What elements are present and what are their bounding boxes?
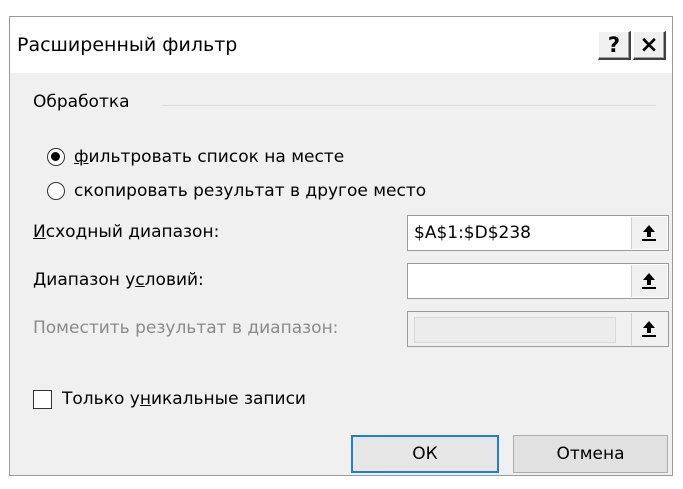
list-range-input[interactable] [408, 216, 626, 250]
processing-group-label: Обработка [33, 92, 130, 112]
copy-to-collapse-button[interactable] [631, 313, 667, 345]
radio-filter-in-place-label: фильтровать список на месте [74, 147, 345, 167]
help-button[interactable]: ? [598, 31, 631, 60]
copy-to-field [407, 311, 669, 347]
ok-button[interactable]: ОК [351, 435, 499, 473]
radio-copy-to-location-label: скопировать результат в другое место [74, 181, 427, 201]
list-range-field [407, 215, 669, 251]
criteria-range-label: Диапазон условий: [33, 270, 204, 290]
help-icon: ? [607, 33, 621, 57]
unique-records-checkbox[interactable] [33, 390, 52, 409]
criteria-range-field [407, 263, 669, 299]
collapse-arrow-icon [642, 273, 656, 289]
criteria-range-collapse-button[interactable] [631, 265, 667, 297]
title-bar: Расширенный фильтр ? × [10, 17, 672, 73]
close-icon: × [639, 32, 659, 58]
collapse-arrow-icon [642, 225, 656, 241]
collapse-arrow-icon [642, 321, 656, 337]
screen: Расширенный фильтр ? × Обработка фильтро… [0, 0, 683, 489]
advanced-filter-dialog: Расширенный фильтр ? × Обработка фильтро… [9, 16, 673, 476]
radio-dot-icon [51, 152, 60, 161]
close-button[interactable]: × [633, 31, 666, 60]
radio-button[interactable] [47, 182, 65, 200]
unique-records-label: Только уникальные записи [62, 389, 306, 409]
list-range-label: Исходный диапазон: [33, 222, 220, 242]
dialog-title: Расширенный фильтр [17, 34, 238, 56]
cancel-button[interactable]: Отмена [513, 435, 668, 473]
group-divider [162, 105, 656, 106]
criteria-range-input[interactable] [408, 264, 626, 298]
list-range-collapse-button[interactable] [631, 217, 667, 249]
radio-button-selected[interactable] [47, 148, 65, 166]
copy-to-label: Поместить результат в диапазон: [33, 318, 339, 338]
copy-to-input-disabled [414, 317, 616, 343]
